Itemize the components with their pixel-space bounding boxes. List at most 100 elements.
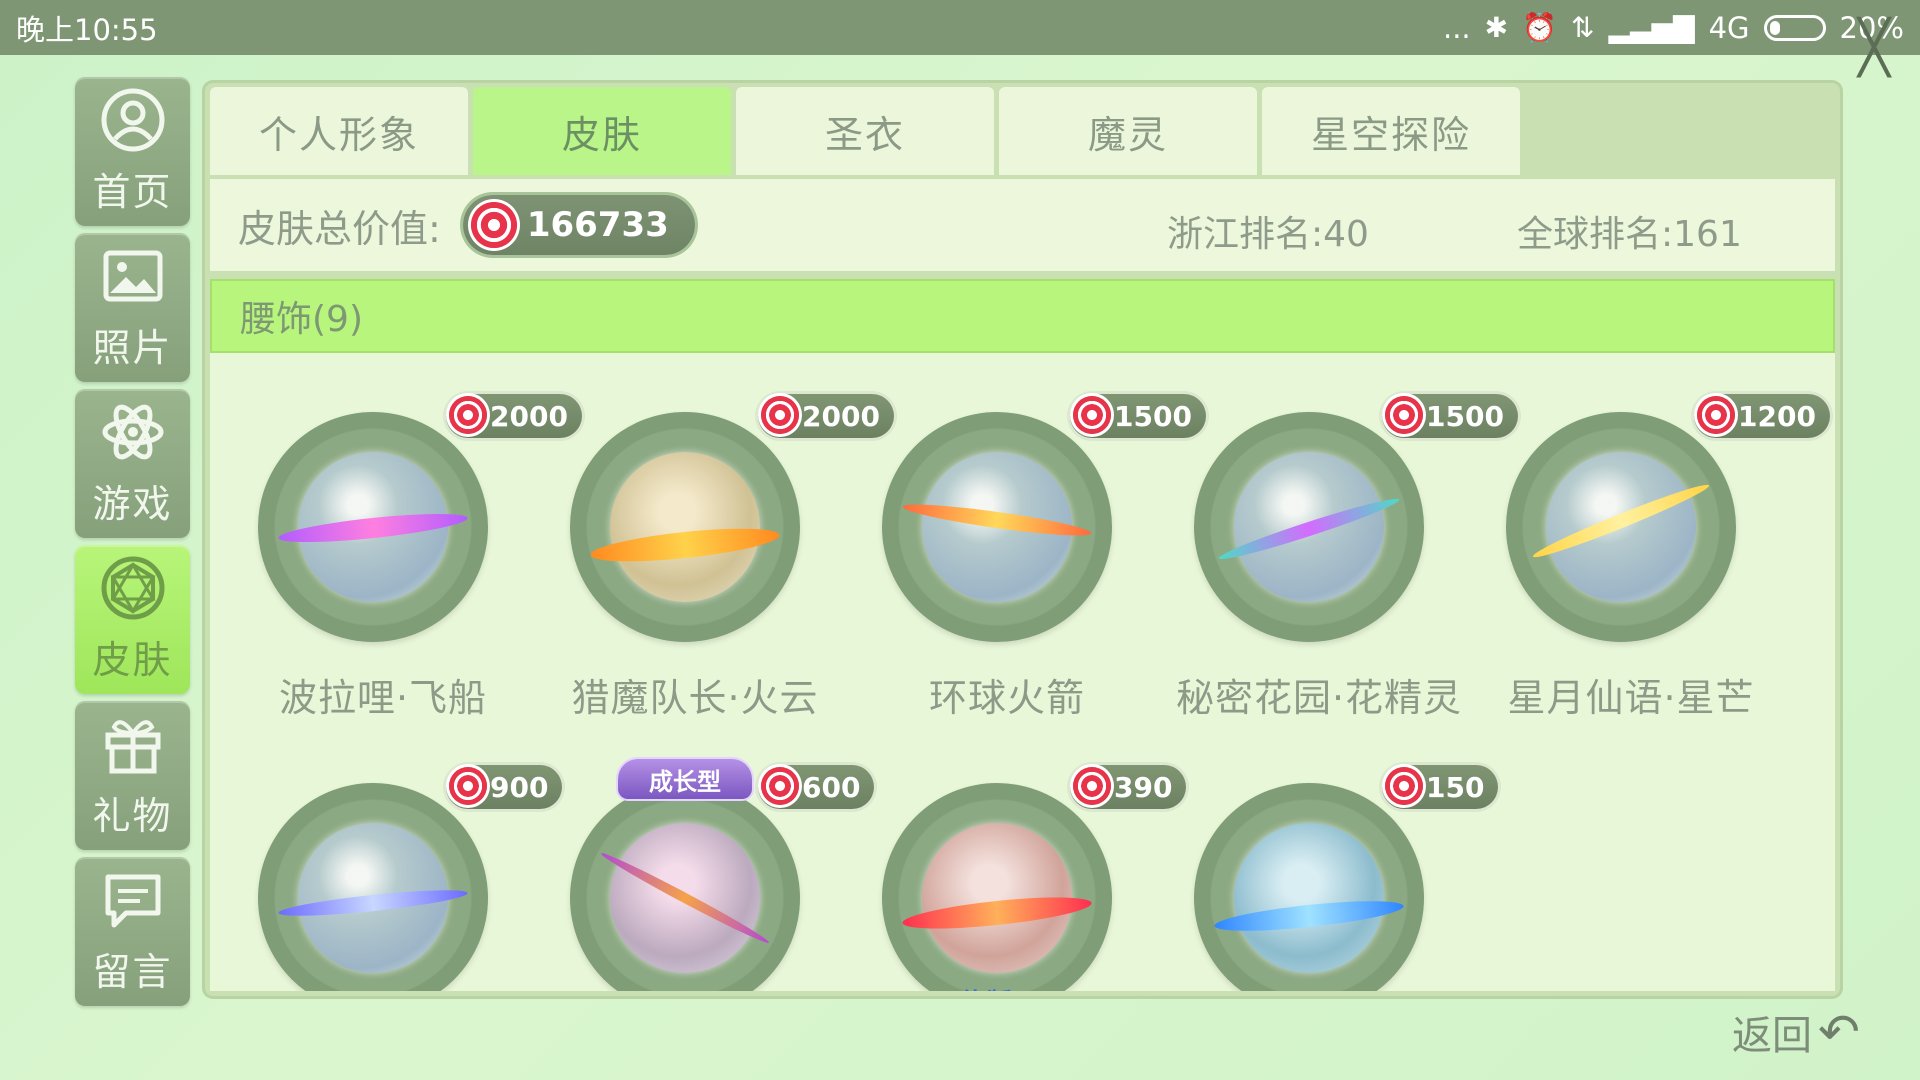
gift-icon bbox=[100, 711, 166, 777]
more-dots: ... bbox=[1442, 10, 1471, 45]
skin-orb bbox=[882, 412, 1112, 642]
price-value: 2000 bbox=[490, 399, 568, 433]
sidebar-item-photos[interactable]: 照片 bbox=[75, 233, 190, 382]
candy-icon bbox=[761, 396, 799, 434]
sidebar-item-label: 游戏 bbox=[92, 482, 173, 526]
price-value: 2000 bbox=[802, 399, 880, 433]
status-time: 晚上10:55 bbox=[16, 12, 158, 47]
alarm-icon: ⏰ bbox=[1522, 11, 1557, 44]
candy-icon bbox=[449, 767, 487, 805]
tab-bar: 个人形象 皮肤 圣衣 魔灵 星空探险 bbox=[210, 87, 1520, 175]
growth-type-badge: 成长型 bbox=[618, 759, 752, 799]
skin-orb bbox=[1194, 783, 1424, 991]
main-panel: 个人形象 皮肤 圣衣 魔灵 星空探险 皮肤总价值: 166733 浙江排名:40… bbox=[205, 83, 1840, 996]
sidebar-item-label: 留言 bbox=[92, 950, 173, 994]
skin-summary: 皮肤总价值: 166733 浙江排名:40 全球排名:161 bbox=[210, 179, 1835, 271]
price-badge: 600 bbox=[758, 765, 875, 809]
section-header-waist[interactable]: 腰饰(9) bbox=[210, 279, 1835, 353]
tab-spirits[interactable]: 魔灵 bbox=[999, 87, 1257, 175]
skin-preview-icon bbox=[1216, 452, 1402, 602]
candy-icon bbox=[1385, 396, 1423, 434]
signal-icon: ▂▃▅▇ bbox=[1608, 11, 1695, 44]
skin-preview-icon bbox=[598, 823, 772, 973]
skin-orb bbox=[570, 783, 800, 991]
skin-preview-icon bbox=[277, 452, 469, 602]
skin-preview-icon bbox=[901, 452, 1093, 602]
bluetooth-icon: ✱ bbox=[1484, 11, 1509, 44]
candy-icon bbox=[1073, 767, 1111, 805]
sidebar-item-label: 皮肤 bbox=[92, 638, 173, 682]
price-badge: 1500 bbox=[1382, 394, 1518, 438]
skin-preview-icon bbox=[589, 452, 781, 602]
sidebar-item-label: 礼物 bbox=[92, 794, 173, 838]
status-indicators: ... ✱ ⏰ ⇅ ▂▃▅▇ 4G 20% bbox=[1443, 11, 1904, 45]
skin-preview-icon bbox=[1530, 452, 1712, 602]
tab-skins[interactable]: 皮肤 bbox=[473, 87, 731, 175]
skin-orb bbox=[570, 412, 800, 642]
price-value: 900 bbox=[490, 770, 549, 804]
gem-icon bbox=[100, 555, 166, 621]
candy-icon bbox=[761, 767, 799, 805]
sidebar-item-label: 首页 bbox=[92, 170, 173, 214]
network-type: 4G bbox=[1708, 10, 1750, 45]
tab-star-adventure[interactable]: 星空探险 bbox=[1262, 87, 1520, 175]
price-value: 150 bbox=[1426, 770, 1485, 804]
back-arrow-icon: ↶ bbox=[1818, 1003, 1860, 1061]
skin-orb bbox=[1506, 412, 1736, 642]
price-value: 1200 bbox=[1738, 399, 1816, 433]
skin-orb bbox=[882, 783, 1112, 991]
skin-preview-icon bbox=[277, 823, 469, 973]
price-badge: 390 bbox=[1070, 765, 1187, 809]
sidebar-item-home[interactable]: 首页 bbox=[75, 77, 190, 226]
skin-orb bbox=[258, 412, 488, 642]
sidebar: 首页 照片 游戏 皮肤 礼物 留言 bbox=[75, 77, 190, 1006]
total-value: 166733 bbox=[526, 205, 669, 245]
skin-preview-icon bbox=[901, 823, 1093, 973]
candy-icon bbox=[449, 396, 487, 434]
user-circle-icon bbox=[100, 87, 166, 153]
sidebar-item-skins[interactable]: 皮肤 bbox=[75, 545, 190, 694]
candy-icon bbox=[1697, 396, 1735, 434]
close-icon[interactable]: ╳ bbox=[1846, 22, 1902, 74]
skin-name: 秘密花园·花精灵 bbox=[1175, 676, 1463, 720]
skin-name: 猎魔队长·火云 bbox=[571, 676, 819, 720]
total-value-label: 皮肤总价值: bbox=[238, 206, 441, 251]
limited-edition-tag: 绝版 bbox=[960, 983, 1012, 991]
price-badge: 1500 bbox=[1070, 394, 1206, 438]
tab-holy-armor[interactable]: 圣衣 bbox=[736, 87, 994, 175]
skin-name: 星月仙语·星芒 bbox=[1507, 676, 1755, 720]
candy-icon bbox=[1073, 396, 1111, 434]
price-badge: 900 bbox=[446, 765, 563, 809]
candy-icon bbox=[1385, 767, 1423, 805]
price-badge: 2000 bbox=[758, 394, 894, 438]
sidebar-item-messages[interactable]: 留言 bbox=[75, 857, 190, 1006]
skin-list: 腰饰(9) 2000 波拉哩·飞船 2000 猎魔队长·火云 1500 环球火箭… bbox=[210, 279, 1835, 991]
price-value: 1500 bbox=[1114, 399, 1192, 433]
price-value: 390 bbox=[1114, 770, 1173, 804]
skin-name: 波拉哩·飞船 bbox=[278, 676, 488, 720]
data-transfer-icon: ⇅ bbox=[1570, 11, 1595, 44]
skin-orb bbox=[258, 783, 488, 991]
picture-icon bbox=[100, 243, 166, 309]
sidebar-item-label: 照片 bbox=[92, 326, 173, 370]
sidebar-item-gifts[interactable]: 礼物 bbox=[75, 701, 190, 850]
total-value-badge: 166733 bbox=[462, 195, 695, 255]
back-button[interactable]: 返回 ↶ bbox=[1732, 1003, 1860, 1061]
skin-preview-icon bbox=[1213, 823, 1405, 973]
status-bar: 晚上10:55 ... ✱ ⏰ ⇅ ▂▃▅▇ 4G 20% bbox=[0, 0, 1920, 55]
price-badge: 150 bbox=[1382, 765, 1499, 809]
skin-orb bbox=[1194, 412, 1424, 642]
skin-name: 环球火箭 bbox=[928, 676, 1085, 720]
candy-icon bbox=[470, 202, 517, 248]
price-value: 600 bbox=[802, 770, 861, 804]
price-badge: 1200 bbox=[1694, 394, 1830, 438]
price-value: 1500 bbox=[1426, 399, 1504, 433]
atom-icon bbox=[100, 399, 166, 465]
sidebar-item-games[interactable]: 游戏 bbox=[75, 389, 190, 538]
back-label: 返回 bbox=[1732, 1013, 1812, 1059]
global-rank: 全球排名:161 bbox=[1517, 214, 1742, 255]
message-icon bbox=[100, 867, 166, 933]
tab-profile[interactable]: 个人形象 bbox=[210, 87, 468, 175]
zhejiang-rank: 浙江排名:40 bbox=[1167, 214, 1369, 255]
battery-icon bbox=[1763, 14, 1826, 41]
